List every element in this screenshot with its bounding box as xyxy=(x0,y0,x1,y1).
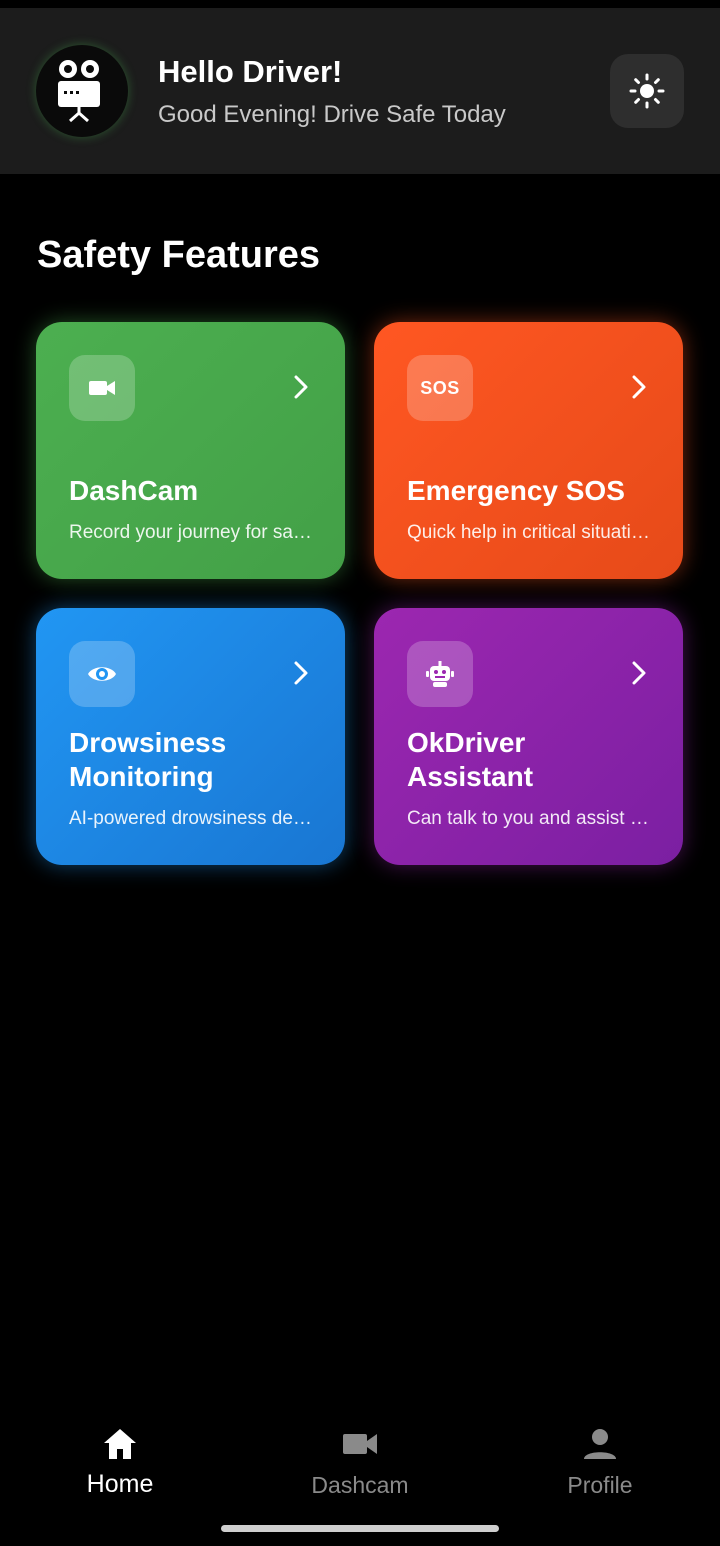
feature-card-drowsiness-monitoring[interactable]: Drowsiness Monitoring AI-powered drowsin… xyxy=(36,608,345,865)
sos-icon: SOS xyxy=(420,378,460,398)
videocam-icon xyxy=(89,381,115,395)
feature-title: OkDriver Assistant xyxy=(407,726,533,794)
feature-card-dashcam[interactable]: DashCam Record your journey for safety a… xyxy=(36,322,345,579)
theme-toggle-button[interactable] xyxy=(610,54,684,128)
robot-icon xyxy=(426,661,454,687)
feature-description: AI-powered drowsiness detection xyxy=(69,808,314,829)
feature-title: Drowsiness Monitoring xyxy=(69,726,226,794)
feature-icon-box xyxy=(69,355,135,421)
feature-title-line: Monitoring xyxy=(69,761,214,792)
greeting-title: Hello Driver! xyxy=(158,54,343,89)
eye-icon xyxy=(88,667,116,681)
nav-label: Dashcam xyxy=(311,1472,409,1498)
chevron-right-icon xyxy=(294,661,308,685)
feature-title: DashCam xyxy=(69,475,199,506)
feature-description: Can talk to you and assist you xyxy=(407,808,652,829)
section-title: Safety Features xyxy=(37,234,321,276)
feature-icon-box xyxy=(69,641,135,707)
feature-title-line: OkDriver xyxy=(407,727,526,758)
status-bar xyxy=(0,0,720,8)
home-icon xyxy=(104,1429,136,1459)
avatar[interactable] xyxy=(36,45,128,137)
feature-title: Emergency SOS xyxy=(407,475,625,506)
nav-item-home[interactable]: Home xyxy=(20,1426,220,1499)
feature-card-okdriver-assistant[interactable]: OkDriver Assistant Can talk to you and a… xyxy=(374,608,683,865)
chevron-right-icon xyxy=(294,375,308,399)
home-indicator[interactable] xyxy=(221,1525,499,1532)
feature-title-line: Assistant xyxy=(407,761,534,792)
chevron-right-icon xyxy=(632,375,646,399)
chevron-right-icon xyxy=(632,661,646,685)
feature-icon-box: SOS xyxy=(407,355,473,421)
greeting-subtitle: Good Evening! Drive Safe Today xyxy=(158,101,506,128)
app-header: Hello Driver! Good Evening! Drive Safe T… xyxy=(0,8,720,174)
feature-icon-box xyxy=(407,641,473,707)
sun-icon xyxy=(629,73,665,109)
videocam-icon xyxy=(343,1434,377,1454)
nav-label: Profile xyxy=(567,1472,633,1498)
person-icon xyxy=(584,1429,616,1459)
nav-label: Home xyxy=(86,1470,154,1498)
feature-card-emergency-sos[interactable]: SOS Emergency SOS Quick help in critical… xyxy=(374,322,683,579)
feature-title-line: Drowsiness xyxy=(69,727,227,758)
projector-robot-icon xyxy=(58,60,100,123)
nav-item-profile[interactable]: Profile xyxy=(500,1426,700,1499)
feature-description: Quick help in critical situations xyxy=(407,522,652,543)
nav-item-dashcam[interactable]: Dashcam xyxy=(260,1426,460,1499)
feature-description: Record your journey for safety and evide… xyxy=(69,522,314,543)
